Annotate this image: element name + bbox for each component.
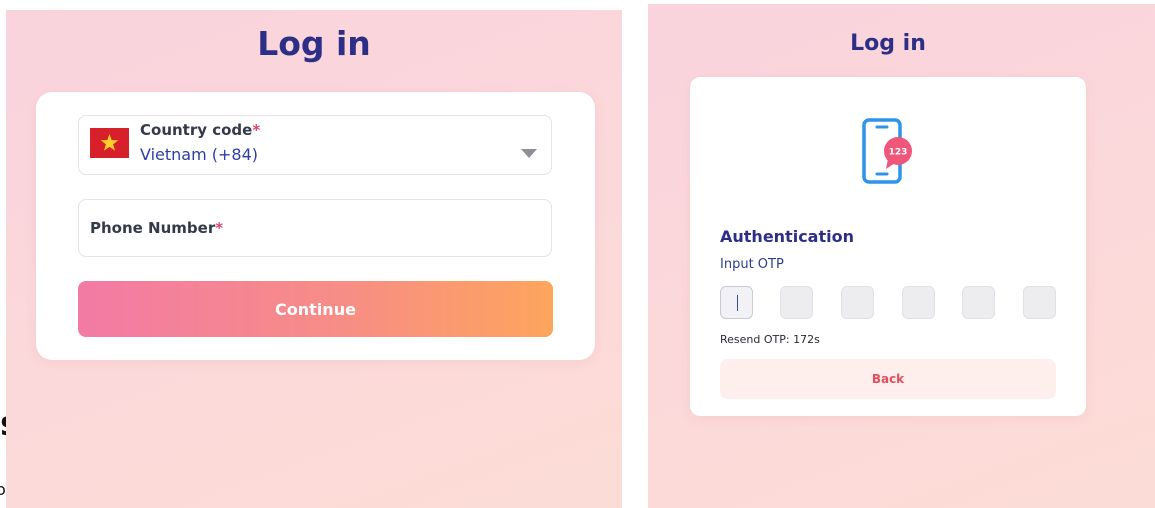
otp-card: 123 Authentication Input OTP Resend OTP:… — [690, 77, 1086, 416]
continue-button[interactable]: Continue — [78, 281, 553, 337]
otp-label: Input OTP — [720, 257, 784, 272]
authentication-heading: Authentication — [720, 227, 854, 246]
phone-otp-icon: 123 — [862, 117, 916, 191]
page-title: Log in — [850, 31, 926, 56]
required-mark: * — [215, 219, 224, 237]
caret-down-icon[interactable] — [521, 149, 537, 158]
otp-digit-5[interactable] — [962, 286, 995, 319]
login-screen: Log in Country code* Vietnam (+84) Phone… — [6, 10, 622, 508]
otp-screen: Log in 123 Authentication Input OTP Rese… — [648, 4, 1155, 508]
back-button[interactable]: Back — [720, 359, 1056, 399]
login-card: Country code* Vietnam (+84) Phone Number… — [36, 92, 595, 360]
otp-digit-4[interactable] — [902, 286, 935, 319]
country-code-value: Vietnam (+84) — [140, 145, 259, 164]
vietnam-flag-icon — [90, 128, 129, 158]
otp-digit-3[interactable] — [841, 286, 874, 319]
country-code-select[interactable]: Country code* Vietnam (+84) — [78, 115, 552, 175]
required-mark: * — [252, 121, 261, 139]
phone-number-label: Phone Number* — [90, 219, 224, 237]
resend-otp-timer: Resend OTP: 172s — [720, 333, 820, 346]
icon-badge-text: 123 — [889, 148, 908, 158]
text-cursor — [737, 295, 738, 311]
otp-digit-2[interactable] — [780, 286, 813, 319]
otp-digit-6[interactable] — [1023, 286, 1056, 319]
otp-digit-1[interactable] — [720, 286, 753, 319]
page-title: Log in — [257, 24, 371, 63]
country-code-label: Country code* — [140, 121, 261, 139]
phone-number-field[interactable]: Phone Number* — [78, 199, 552, 257]
